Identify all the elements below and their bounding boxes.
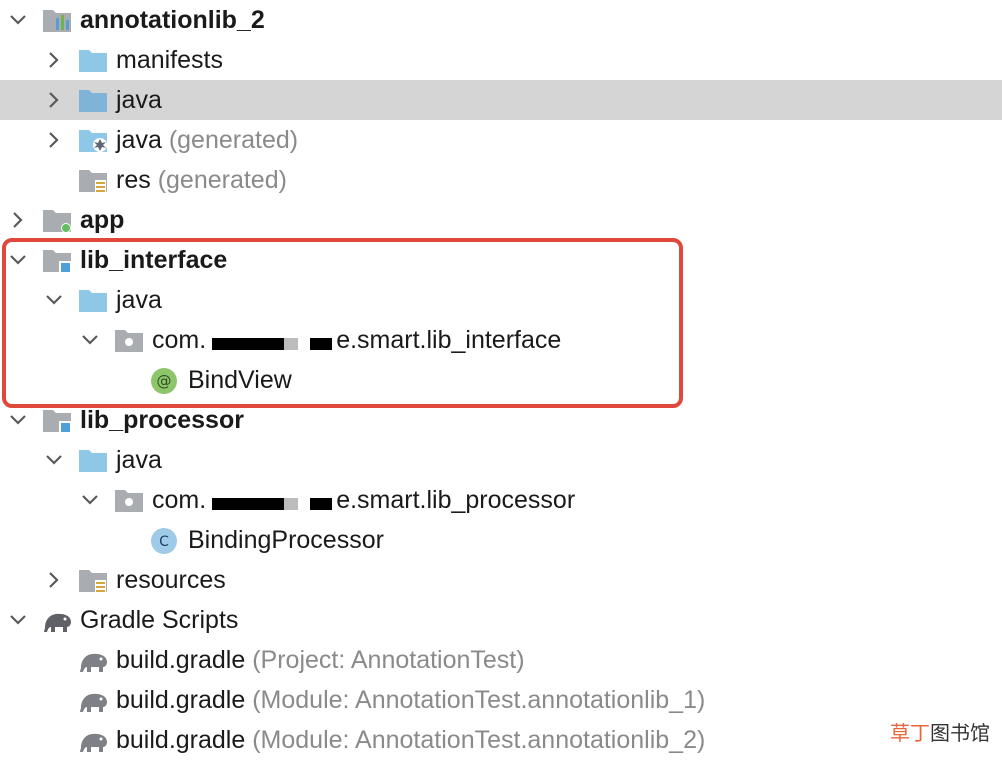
chevron-right-icon[interactable] bbox=[42, 568, 66, 592]
watermark: 草丁图书馆 bbox=[890, 721, 990, 745]
svg-text:C: C bbox=[159, 534, 169, 550]
tree-suffix: (generated) bbox=[157, 166, 287, 194]
chevron-right-icon[interactable] bbox=[42, 48, 66, 72]
highlight-box bbox=[2, 238, 683, 408]
tree-row-bindingprocessor[interactable]: C BindingProcessor bbox=[0, 520, 1002, 560]
resource-folder-icon bbox=[79, 570, 107, 593]
tree-row-resources[interactable]: resources bbox=[0, 560, 1002, 600]
tree-label: BindingProcessor bbox=[188, 526, 384, 554]
tree-row-java-generated[interactable]: java (generated) bbox=[0, 120, 1002, 160]
chevron-down-icon[interactable] bbox=[78, 488, 102, 512]
tree-suffix: (Module: AnnotationTest.annotationlib_2) bbox=[252, 726, 706, 754]
tree-suffix: (Module: AnnotationTest.annotationlib_1) bbox=[252, 686, 706, 714]
app-module-icon bbox=[43, 210, 71, 233]
chevron-down-icon[interactable] bbox=[6, 408, 30, 432]
chevron-right-icon[interactable] bbox=[42, 128, 66, 152]
tree-row-annotationlib-2[interactable]: annotationlib_2 bbox=[0, 0, 1002, 40]
tree-label-tail: e.smart.lib_processor bbox=[336, 486, 576, 514]
gradle-elephant-icon bbox=[44, 613, 71, 632]
tree-row-manifests[interactable]: manifests bbox=[0, 40, 1002, 80]
tree-label: res bbox=[116, 166, 151, 194]
library-module-icon bbox=[43, 410, 71, 433]
module-folder-icon bbox=[43, 10, 71, 32]
tree-label: manifests bbox=[116, 46, 223, 74]
tree-row-build-gradle-lib1[interactable]: build.gradle (Module: AnnotationTest.ann… bbox=[0, 680, 1002, 720]
project-tree: annotationlib_2 manifests java java (gen… bbox=[0, 0, 1002, 770]
tree-row-package-lib-processor[interactable]: com. e.smart.lib_processor bbox=[0, 480, 1002, 520]
class-icon: C bbox=[151, 528, 177, 554]
tree-label: com. bbox=[152, 486, 207, 514]
redaction-bar bbox=[284, 498, 298, 510]
tree-row-app[interactable]: app bbox=[0, 200, 1002, 240]
folder-icon bbox=[79, 450, 107, 472]
tree-label: Gradle Scripts bbox=[80, 606, 239, 634]
tree-row-res-generated[interactable]: res (generated) bbox=[0, 160, 1002, 200]
gradle-file-icon bbox=[80, 733, 107, 752]
generated-source-folder-icon bbox=[79, 130, 107, 152]
package-icon bbox=[115, 490, 143, 512]
tree-label: lib_processor bbox=[80, 406, 244, 434]
tree-suffix: (generated) bbox=[168, 126, 299, 154]
tree-label: resources bbox=[116, 566, 226, 594]
tree-label: java bbox=[116, 446, 162, 474]
tree-label: annotationlib_2 bbox=[80, 6, 265, 34]
tree-label: app bbox=[80, 206, 125, 234]
tree-row-gradle-scripts[interactable]: Gradle Scripts bbox=[0, 600, 1002, 640]
tree-suffix: (Project: AnnotationTest) bbox=[252, 646, 525, 674]
resource-folder-icon bbox=[79, 170, 107, 193]
tree-label: build.gradle bbox=[116, 726, 246, 754]
tree-label: java bbox=[116, 86, 162, 114]
tree-row-build-gradle-lib2[interactable]: build.gradle (Module: AnnotationTest.ann… bbox=[0, 720, 1002, 760]
chevron-right-icon[interactable] bbox=[6, 208, 30, 232]
chevron-down-icon[interactable] bbox=[6, 8, 30, 32]
tree-label: build.gradle bbox=[116, 686, 246, 714]
chevron-down-icon[interactable] bbox=[42, 448, 66, 472]
tree-label: build.gradle bbox=[116, 646, 246, 674]
source-folder-icon bbox=[79, 90, 107, 112]
tree-label: java bbox=[116, 126, 162, 154]
redaction-bar bbox=[310, 498, 332, 510]
chevron-right-icon[interactable] bbox=[42, 88, 66, 112]
gradle-file-icon bbox=[80, 693, 107, 712]
tree-row-build-gradle-project[interactable]: build.gradle (Project: AnnotationTest) bbox=[0, 640, 1002, 680]
folder-icon bbox=[79, 50, 107, 72]
tree-row-java-selected[interactable]: java bbox=[0, 80, 1002, 120]
redaction-bar bbox=[212, 498, 284, 510]
tree-row-java[interactable]: java bbox=[0, 440, 1002, 480]
gradle-file-icon bbox=[80, 653, 107, 672]
chevron-down-icon[interactable] bbox=[6, 608, 30, 632]
